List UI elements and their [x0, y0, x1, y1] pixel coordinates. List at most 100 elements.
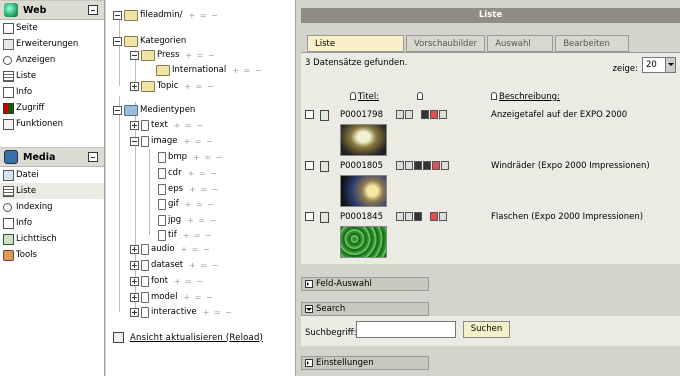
info-icon[interactable]: [396, 212, 404, 221]
edit-red-icon[interactable]: [432, 161, 440, 170]
thumbnail-image[interactable]: [340, 124, 387, 156]
menu-item-erweiterungen[interactable]: Erweiterungen: [0, 36, 104, 52]
menu-item-info-media[interactable]: Info: [0, 215, 104, 231]
expand-icon[interactable]: [130, 260, 139, 270]
move-icon[interactable]: [423, 161, 431, 170]
tree-controls[interactable]: + = −: [183, 231, 213, 240]
tree-node-kategorien[interactable]: Kategorien: [113, 34, 186, 48]
tab-auswahl[interactable]: Auswahl: [487, 35, 554, 52]
record-id[interactable]: P0001845: [340, 212, 383, 222]
tab-vorschaubilder[interactable]: Vorschaubilder: [406, 35, 486, 52]
tree-node-audio[interactable]: audio + = −: [130, 242, 211, 256]
record-id[interactable]: P0001798: [340, 110, 383, 120]
tree-node-medientypen[interactable]: Medientypen: [113, 103, 195, 117]
thumbnail-image[interactable]: [340, 226, 387, 258]
page-size-select[interactable]: 20: [642, 57, 676, 73]
media-icon[interactable]: [405, 212, 413, 221]
tree-node-dataset[interactable]: dataset + = −: [130, 258, 219, 272]
collapse-icon[interactable]: [130, 50, 139, 60]
tree-controls[interactable]: + = −: [193, 153, 223, 162]
col-beschreibung[interactable]: Beschreibung:: [491, 92, 560, 102]
expand-icon[interactable]: [130, 244, 139, 254]
expand-icon[interactable]: [130, 276, 139, 286]
select-checkbox[interactable]: [305, 161, 314, 170]
tree-controls[interactable]: + = −: [174, 121, 204, 130]
delete-icon[interactable]: [439, 110, 447, 119]
collapse-icon[interactable]: [130, 136, 139, 146]
media-icon[interactable]: [405, 161, 413, 170]
select-checkbox[interactable]: [305, 110, 314, 119]
edit-red-icon[interactable]: [430, 110, 438, 119]
expand-icon[interactable]: [130, 120, 139, 130]
collapse-icon[interactable]: [113, 36, 122, 46]
delete-icon[interactable]: [441, 161, 449, 170]
menu-item-info-web[interactable]: Info: [0, 84, 104, 100]
tree-controls[interactable]: + = −: [185, 200, 215, 209]
tree-node-text[interactable]: text + = −: [130, 118, 204, 132]
edit-icon[interactable]: [421, 110, 429, 119]
menu-item-datei[interactable]: Datei: [0, 167, 104, 183]
menu-group-media[interactable]: Media: [0, 147, 104, 167]
collapse-media-icon[interactable]: [88, 152, 98, 162]
menu-item-anzeigen[interactable]: Anzeigen: [0, 52, 104, 68]
record-icon[interactable]: [320, 110, 329, 121]
record-icon[interactable]: [320, 212, 329, 223]
tree-node-image[interactable]: image + = −: [130, 134, 214, 148]
edit-icon[interactable]: [414, 161, 422, 170]
section-feld-auswahl[interactable]: Feld-Auswahl: [301, 277, 429, 291]
select-checkbox[interactable]: [305, 212, 314, 221]
tree-controls[interactable]: + = −: [183, 137, 213, 146]
tree-node-press[interactable]: Press + = −: [130, 48, 216, 62]
col-pin[interactable]: [417, 92, 425, 102]
tree-node-gif[interactable]: gif + = −: [158, 197, 215, 211]
record-icon[interactable]: [320, 161, 329, 172]
table-row[interactable]: P0001798 Anzeigetafel auf der EXPO 2000: [301, 110, 680, 122]
menu-item-seite[interactable]: Seite: [0, 20, 104, 36]
collapse-icon[interactable]: [113, 105, 122, 115]
search-input[interactable]: [356, 321, 456, 338]
info-icon[interactable]: [396, 110, 404, 119]
info-icon[interactable]: [396, 161, 404, 170]
collapse-web-icon[interactable]: [88, 5, 98, 15]
tree-node-interactive[interactable]: interactive + = −: [130, 305, 233, 319]
edit-icon[interactable]: [414, 212, 422, 221]
menu-item-funktionen[interactable]: Funktionen: [0, 116, 104, 132]
table-row[interactable]: P0001805 Windräder (Expo 2000 Impression…: [301, 161, 680, 173]
tree-controls[interactable]: + = −: [185, 51, 215, 60]
tree-node-tif[interactable]: tif + = −: [158, 228, 213, 242]
menu-item-liste-media[interactable]: Liste: [0, 183, 104, 199]
record-id[interactable]: P0001805: [340, 161, 383, 171]
col-titel[interactable]: Titel:: [350, 92, 379, 102]
media-icon[interactable]: [405, 110, 413, 119]
tree-controls[interactable]: + = −: [181, 245, 211, 254]
thumbnail-image[interactable]: [340, 175, 387, 207]
expand-icon[interactable]: [130, 292, 139, 302]
tree-node-font[interactable]: font + = −: [130, 274, 204, 288]
tree-node-eps[interactable]: eps + = −: [158, 182, 219, 196]
tree-controls[interactable]: + = −: [203, 308, 233, 317]
dropdown-arrow-icon[interactable]: [665, 58, 675, 72]
edit-red-icon[interactable]: [430, 212, 438, 221]
tree-controls[interactable]: + = −: [174, 277, 204, 286]
section-einstellungen[interactable]: Einstellungen: [301, 356, 429, 370]
table-row[interactable]: P0001845 Flaschen (Expo 2000 Impressione…: [301, 212, 680, 224]
menu-item-zugriff[interactable]: Zugriff: [0, 100, 104, 116]
tree-controls[interactable]: + = −: [189, 261, 219, 270]
tree-controls[interactable]: + = −: [189, 185, 219, 194]
delete-icon[interactable]: [439, 212, 447, 221]
tree-node-model[interactable]: model + = −: [130, 290, 214, 304]
tree-node-fileadmin[interactable]: fileadmin/ + = −: [113, 8, 219, 22]
menu-item-indexing[interactable]: Indexing: [0, 199, 104, 215]
tree-node-international[interactable]: International + = −: [156, 63, 262, 77]
expand-icon[interactable]: [130, 307, 139, 317]
section-search[interactable]: Search: [301, 302, 429, 316]
menu-group-web[interactable]: Web: [0, 0, 104, 20]
tree-controls[interactable]: + = −: [187, 216, 217, 225]
tree-controls[interactable]: + = −: [232, 66, 262, 75]
tab-bearbeiten[interactable]: Bearbeiten: [555, 35, 630, 52]
tree-controls[interactable]: + = −: [188, 169, 218, 178]
tree-node-topic[interactable]: Topic + = −: [130, 79, 215, 93]
tree-controls[interactable]: + = −: [184, 82, 214, 91]
tree-node-cdr[interactable]: cdr + = −: [158, 166, 218, 180]
reload-link[interactable]: Ansicht aktualisieren (Reload): [113, 332, 263, 343]
